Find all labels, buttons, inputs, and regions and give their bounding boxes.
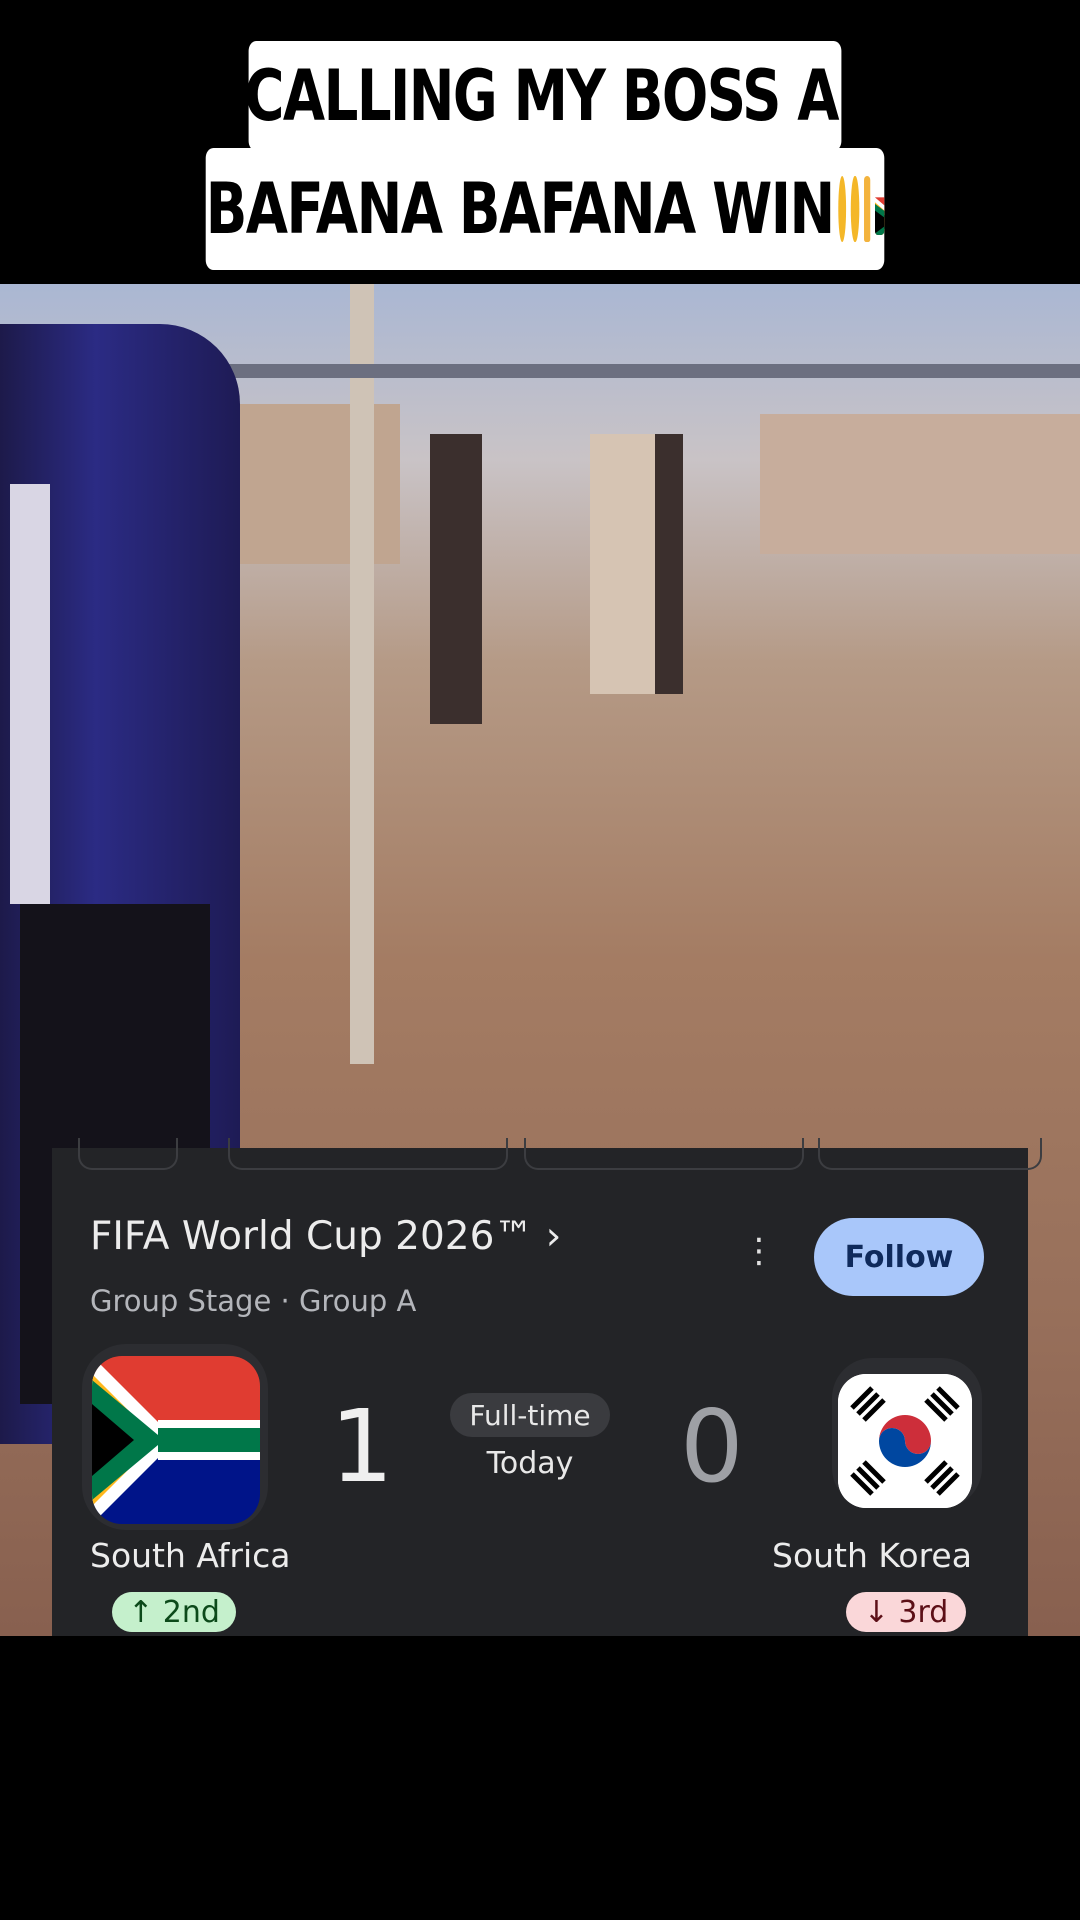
tabs-row <box>52 1138 1042 1172</box>
home-team-name[interactable]: South Africa <box>90 1536 291 1575</box>
caption-line-1: POV CALLING MY BOSS AFTER <box>104 41 987 151</box>
tab[interactable] <box>228 1138 508 1170</box>
south-africa-flag-emoji <box>875 183 885 235</box>
match-status-badge: Full-time <box>450 1393 610 1437</box>
more-options-icon[interactable]: ⋮ <box>742 1228 776 1274</box>
tab[interactable] <box>818 1138 1042 1170</box>
rolling-laughing-emoji <box>838 176 847 242</box>
tab[interactable] <box>524 1138 804 1170</box>
away-team-name[interactable]: South Korea <box>772 1536 972 1575</box>
gate-post <box>430 434 482 724</box>
competition-title[interactable]: FIFA World Cup 2026™ › <box>90 1214 561 1259</box>
rolling-laughing-emoji <box>851 176 860 242</box>
south-africa-flag-icon[interactable] <box>92 1356 260 1524</box>
match-card[interactable]: FIFA World Cup 2026™ › Group Stage · Gro… <box>52 1138 1042 1636</box>
gate-post <box>655 434 683 694</box>
person-shirt <box>10 484 50 904</box>
fence-pole <box>350 284 374 1064</box>
caption-line-1-text: POV CALLING MY BOSS AFTER <box>104 55 987 137</box>
south-korea-flag-icon[interactable] <box>838 1374 972 1508</box>
caption-line-2-text: BAFANA BAFANA WIN <box>205 168 836 250</box>
match-date: Today <box>486 1446 574 1481</box>
away-score: 0 <box>680 1388 744 1505</box>
caption-line-2: BAFANA BAFANA WIN <box>205 148 885 270</box>
home-score: 1 <box>330 1388 394 1505</box>
tab-fifa[interactable] <box>78 1138 178 1170</box>
away-team-rank-badge: ↓ 3rd <box>846 1592 966 1632</box>
background-building <box>760 414 1080 554</box>
home-team-rank-badge: ↑ 2nd <box>112 1592 236 1632</box>
follow-button[interactable]: Follow <box>814 1218 984 1296</box>
competition-subtitle: Group Stage · Group A <box>90 1284 417 1318</box>
pointing-down-emoji <box>863 176 871 242</box>
